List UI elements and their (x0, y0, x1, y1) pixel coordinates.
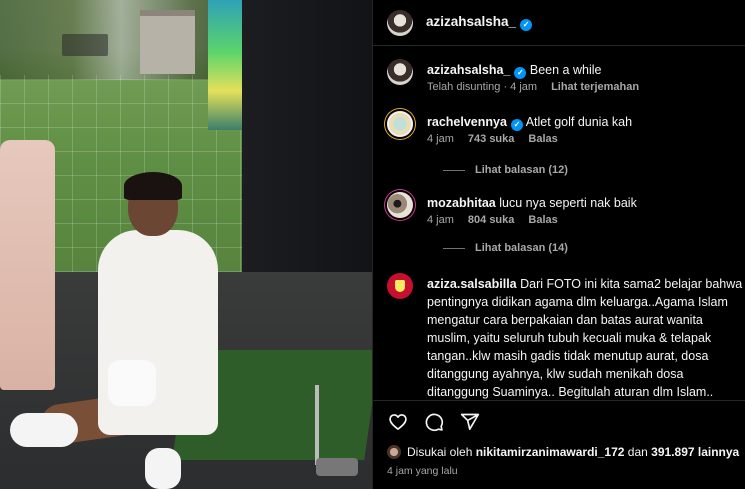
comment-text: lucu nya seperti nak baik (499, 196, 637, 210)
author-username[interactable]: azizahsalsha_ ✓ (426, 14, 533, 31)
caption-avatar[interactable] (387, 59, 413, 85)
comment-likes[interactable]: 743 suka (468, 133, 514, 145)
simulator-hud (62, 34, 108, 56)
comment-likes[interactable]: 804 suka (468, 214, 514, 226)
golf-bag (0, 140, 55, 390)
liked-by-prefix: Disukai oleh (407, 445, 473, 459)
liker-username[interactable]: nikitamirzanimawardi_172 (476, 445, 625, 459)
send-icon[interactable] (459, 411, 481, 433)
caption-meta: Telah disunting · 4 jam Lihat terjemahan (427, 81, 639, 93)
liker-avatar[interactable] (387, 445, 401, 459)
comment-time: 4 jam (427, 214, 454, 226)
golf-club-head (316, 458, 358, 476)
simulator-panel (208, 0, 242, 130)
comment-text: Atlet golf dunia kah (525, 115, 633, 129)
comment: rachelvennya ✓ Atlet golf dunia kah 4 jam… (387, 111, 737, 181)
post-actions: Disukai oleh nikitamirzanimawardi_172 da… (373, 400, 745, 489)
view-replies[interactable]: Lihat balasan (14) (443, 242, 568, 254)
comment-time: 4 jam (427, 133, 454, 145)
photo-trees (0, 0, 242, 80)
verified-icon: ✓ (514, 67, 527, 79)
likes-count[interactable]: 391.897 lainnya (651, 445, 739, 459)
comment-body: mozabhitaa lucu nya seperti nak baik (427, 194, 745, 212)
comment: aziza.salsabilla Dari FOTO ini kita sama… (387, 273, 742, 399)
view-replies-label[interactable]: Lihat balasan (14) (475, 242, 568, 254)
post-header: azizahsalsha_ ✓ (373, 0, 745, 46)
caption-body: azizahsalsha_ ✓ Been a while (427, 61, 745, 79)
caption-username[interactable]: azizahsalsha_ (427, 63, 510, 77)
verified-icon: ✓ (510, 119, 523, 131)
heart-icon[interactable] (387, 411, 409, 433)
post-time: 4 jam yang lalu (387, 465, 458, 477)
reply-button[interactable]: Balas (528, 214, 557, 226)
liked-by-text: Disukai oleh nikitamirzanimawardi_172 da… (407, 445, 739, 459)
caption: azizahsalsha_ ✓ Been a while Telah disunt… (387, 59, 737, 99)
post-side-panel: azizahsalsha_ ✓ azizahsalsha_ ✓ Been a whi… (372, 0, 745, 489)
replies-line (443, 247, 465, 249)
author-username-text[interactable]: azizahsalsha_ (426, 14, 516, 29)
liked-by-and: dan (627, 445, 648, 459)
person-gloves (108, 360, 156, 406)
person-shoe (10, 413, 78, 447)
person-hair (124, 172, 182, 200)
caption-edited: Telah disunting · 4 jam (427, 81, 538, 93)
comment: mozabhitaa lucu nya seperti nak baik 4 j… (387, 192, 737, 262)
person-shoe (145, 448, 181, 489)
comment-avatar[interactable] (387, 192, 413, 218)
comment-text: Dari FOTO ini kita sama2 belajar bahwa p… (427, 277, 743, 399)
action-icons (387, 411, 481, 433)
comment-username[interactable]: mozabhitaa (427, 196, 496, 210)
comment-body: aziza.salsabilla Dari FOTO ini kita sama… (427, 275, 745, 399)
comment-avatar[interactable] (387, 111, 413, 137)
comment-meta: 4 jam 743 suka Balas (427, 133, 558, 145)
comment-username[interactable]: aziza.salsabilla (427, 277, 517, 291)
reply-button[interactable]: Balas (528, 133, 557, 145)
caption-text: Been a while (529, 63, 602, 77)
verified-icon: ✓ (520, 18, 533, 31)
view-replies[interactable]: Lihat balasan (12) (443, 164, 568, 176)
comment-icon[interactable] (423, 411, 445, 433)
golf-club-shaft (315, 385, 319, 465)
comments-list: azizahsalsha_ ✓ Been a while Telah disunt… (373, 47, 745, 399)
replies-line (443, 169, 465, 171)
post-photo[interactable] (0, 0, 372, 489)
comment-avatar[interactable] (387, 273, 413, 299)
translate-link[interactable]: Lihat terjemahan (551, 81, 639, 93)
photo-building (140, 10, 195, 74)
liked-by: Disukai oleh nikitamirzanimawardi_172 da… (387, 445, 739, 459)
author-avatar[interactable] (387, 9, 413, 36)
comment-body: rachelvennya ✓ Atlet golf dunia kah (427, 113, 745, 131)
comment-username[interactable]: rachelvennya (427, 115, 507, 129)
comment-meta: 4 jam 804 suka Balas (427, 214, 558, 226)
view-replies-label[interactable]: Lihat balasan (12) (475, 164, 568, 176)
